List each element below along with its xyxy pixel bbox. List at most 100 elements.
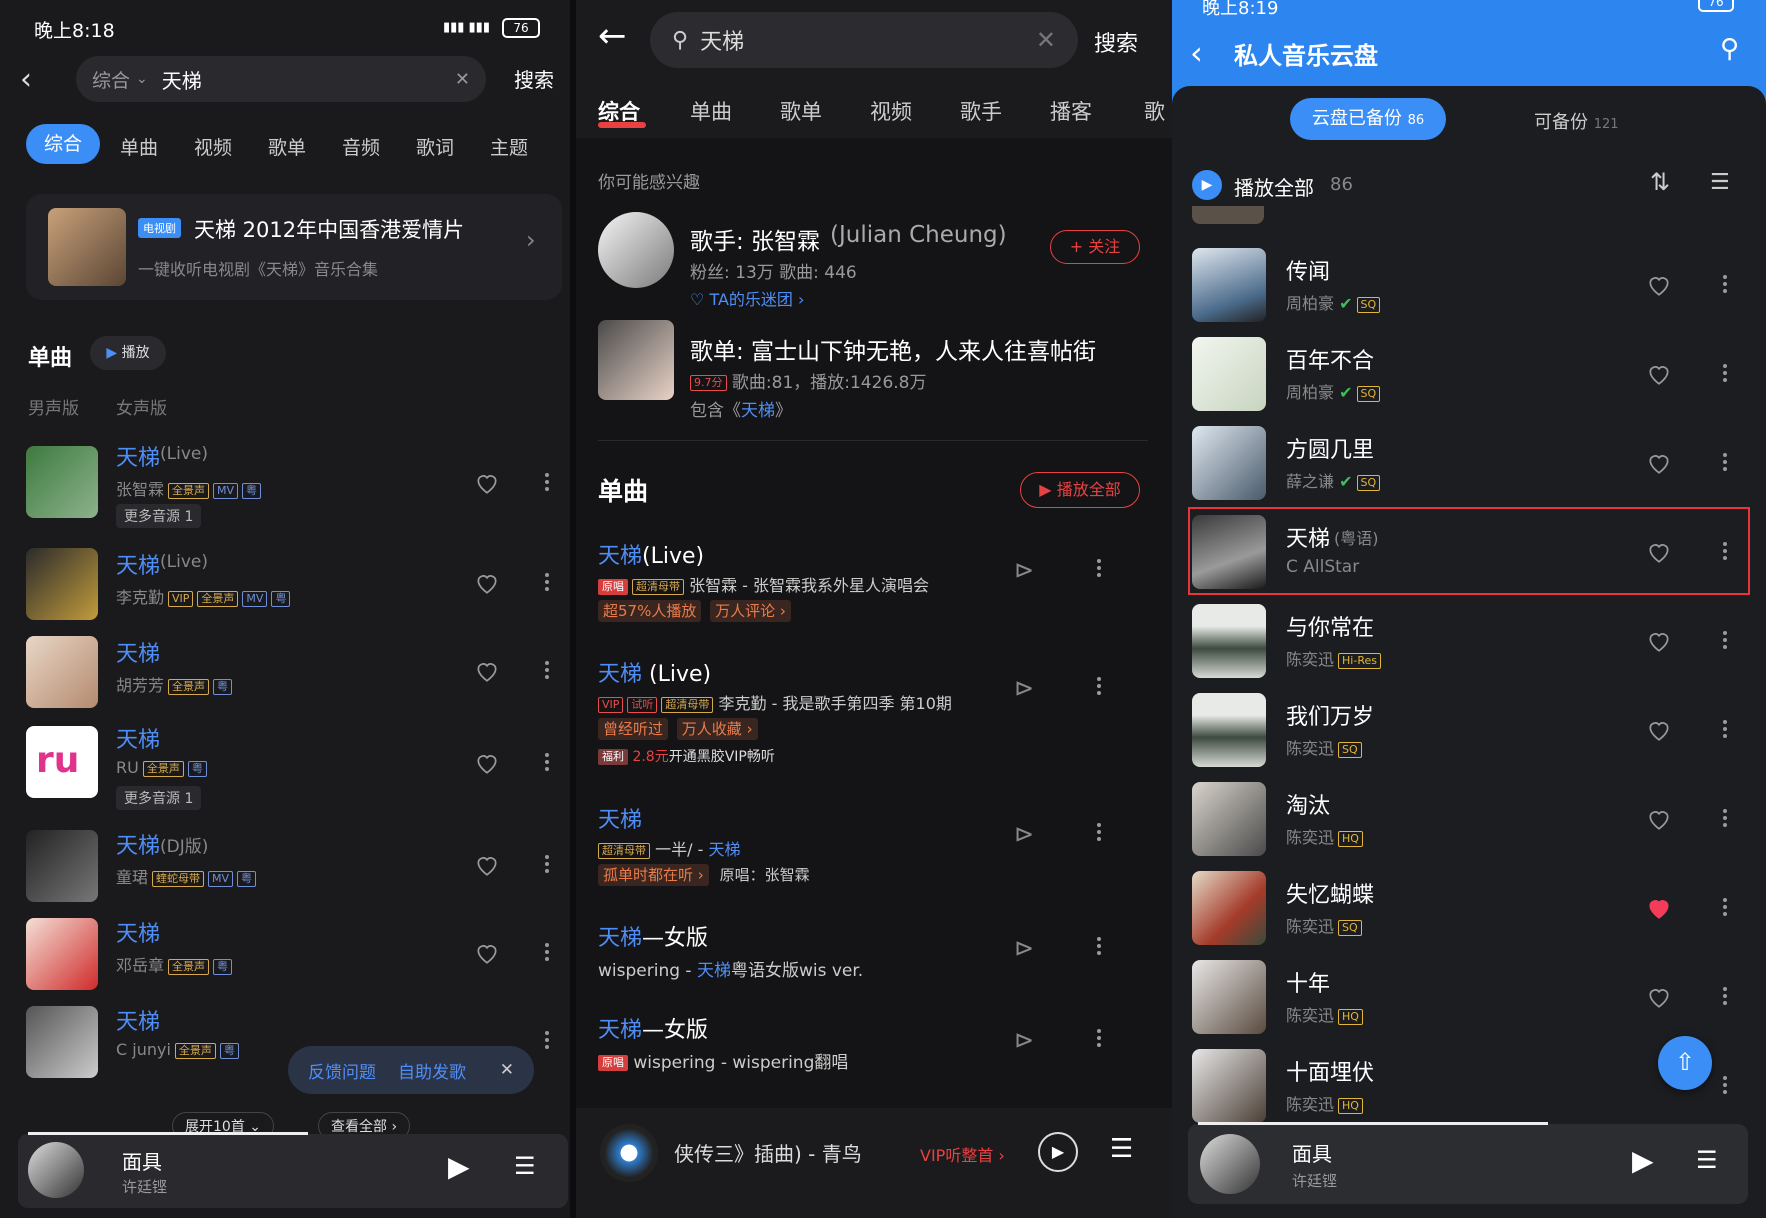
back-icon[interactable]: ‹ xyxy=(1190,34,1203,72)
more-sources-link[interactable]: 更多音源 1 xyxy=(116,504,202,528)
tab-lyrics[interactable]: 歌词 xyxy=(416,133,454,160)
search-bar[interactable]: 综合 ⌄ 天梯 ✕ xyxy=(76,56,486,102)
heart-icon[interactable] xyxy=(474,940,500,966)
list-item[interactable]: 天梯 胡芳芳 全景声粤 xyxy=(0,636,570,716)
more-icon[interactable] xyxy=(1722,450,1728,476)
more-icon[interactable] xyxy=(1722,539,1728,565)
list-item-highlighted[interactable]: 天梯 (粤语) C AllStar xyxy=(1172,513,1766,593)
upload-cloud-icon[interactable]: ⇧ xyxy=(1658,1036,1712,1090)
list-item[interactable]: 淘汰 陈奕迅 HQ xyxy=(1172,780,1766,860)
tab-backed-up[interactable]: 云盘已备份 86 xyxy=(1290,98,1446,140)
more-icon[interactable] xyxy=(1722,628,1728,654)
more-icon[interactable] xyxy=(1096,820,1102,846)
list-item[interactable]: 天梯(Live) 原唱 超清母带 张智霖 - 张智霖我系外星人演唱会 超57%人播… xyxy=(576,538,1172,638)
list-item[interactable]: 天梯 (Live) 张智霖 全景声 MV 粤 更多音源 1 xyxy=(0,440,570,536)
back-arrow-icon[interactable]: ← xyxy=(598,16,627,56)
add-to-list-icon[interactable]: ⊳ xyxy=(1014,934,1034,962)
heart-icon[interactable] xyxy=(474,658,500,684)
tab-theme[interactable]: 主题 xyxy=(490,133,528,160)
filter-female[interactable]: 女声版 xyxy=(116,394,167,419)
mini-player[interactable]: 侠传三》插曲) - 青鸟 VIP听整首 › ▶ ☰ xyxy=(576,1108,1172,1218)
more-icon[interactable] xyxy=(1722,361,1728,387)
play-icon[interactable]: ▶ xyxy=(1038,1132,1078,1172)
tab-singles[interactable]: 单曲 xyxy=(120,133,158,160)
list-item[interactable]: 天梯 超清母带 一半/ - 天梯 孤单时都在听 › 原唱：张智霖 ⊳ xyxy=(576,802,1172,902)
heart-icon[interactable] xyxy=(1646,272,1672,298)
tab-podcast[interactable]: 播客 xyxy=(1050,96,1092,126)
heart-filled-icon[interactable] xyxy=(1646,895,1672,921)
add-to-list-icon[interactable]: ⊳ xyxy=(1014,556,1034,584)
fan-club-link[interactable]: ♡ TA的乐迷团 › xyxy=(690,286,804,310)
clear-icon[interactable]: ✕ xyxy=(1036,26,1056,54)
list-item[interactable]: 方圆几里 薛之谦 ✔ SQ xyxy=(1172,424,1766,504)
more-icon[interactable] xyxy=(1722,984,1728,1010)
list-item[interactable]: 十年 陈奕迅 HQ xyxy=(1172,958,1766,1038)
more-icon[interactable] xyxy=(1096,674,1102,700)
play-chip[interactable]: ▶ 播放 xyxy=(90,336,166,370)
more-icon[interactable] xyxy=(544,852,550,878)
heart-icon[interactable] xyxy=(1646,450,1672,476)
list-item[interactable]: 失忆蝴蝶 陈奕迅 SQ xyxy=(1172,869,1766,949)
playlist-icon[interactable]: ☰ xyxy=(514,1152,536,1180)
list-item[interactable]: 天梯 (Live) 李克勤 VIP 全景声 MV 粤 xyxy=(0,548,570,628)
play-all-icon[interactable]: ▶ xyxy=(1192,170,1222,200)
back-icon[interactable]: ‹ xyxy=(20,62,32,97)
search-button[interactable]: 搜索 xyxy=(1094,26,1138,58)
tab-singles[interactable]: 单曲 xyxy=(690,96,732,126)
more-icon[interactable] xyxy=(544,940,550,966)
more-icon[interactable] xyxy=(544,658,550,684)
play-icon[interactable]: ▶ xyxy=(448,1150,470,1183)
list-item[interactable]: 天梯 (DJ版) 童珺 蝰蛇母带 MV 粤 xyxy=(0,830,570,910)
play-all-label[interactable]: 播放全部 xyxy=(1234,172,1314,201)
tab-audio[interactable]: 音频 xyxy=(342,133,380,160)
tab-video[interactable]: 视频 xyxy=(194,133,232,160)
follow-button[interactable]: + 关注 xyxy=(1050,230,1140,264)
add-to-list-icon[interactable]: ⊳ xyxy=(1014,820,1034,848)
mini-player[interactable]: 面具 许廷铿 ▶ ☰ xyxy=(1188,1122,1748,1204)
tab-available[interactable]: 可备份 121 xyxy=(1534,108,1619,134)
close-icon[interactable]: ✕ xyxy=(500,1060,514,1080)
playlist-card[interactable]: 歌单: 富士山下钟无艳，人来人往喜帖街 9.7分 歌曲:81，播放:1426.8… xyxy=(576,318,1172,428)
clear-icon[interactable]: ✕ xyxy=(455,69,470,90)
search-bar[interactable]: ⚲ 天梯 ✕ xyxy=(650,12,1078,68)
playlist-icon[interactable]: ☰ xyxy=(1696,1146,1718,1174)
tab-more[interactable]: 歌 xyxy=(1144,96,1165,126)
more-icon[interactable] xyxy=(1096,1026,1102,1052)
heart-icon[interactable] xyxy=(1646,628,1672,654)
list-item[interactable]: 天梯 (Live) VIP 试听 超清母带 李克勤 - 我是歌手第四季 第10期 曾… xyxy=(576,656,1172,776)
search-input[interactable]: 天梯 xyxy=(162,65,202,94)
heart-icon[interactable] xyxy=(1646,806,1672,832)
list-item[interactable]: 与你常在 陈奕迅 Hi-Res xyxy=(1172,602,1766,682)
more-sources-link[interactable]: 更多音源 1 xyxy=(116,786,202,810)
more-icon[interactable] xyxy=(1722,1073,1728,1099)
heart-icon[interactable] xyxy=(1646,984,1672,1010)
search-button[interactable]: 搜索 xyxy=(514,64,554,93)
more-icon[interactable] xyxy=(1722,272,1728,298)
comments-tag[interactable]: 万人评论 › xyxy=(710,600,791,622)
more-icon[interactable] xyxy=(1722,717,1728,743)
more-icon[interactable] xyxy=(1722,895,1728,921)
drama-banner[interactable]: 电视剧 天梯 2012年中国香港爱情片 一键收听电视剧《天梯》音乐合集 › xyxy=(26,194,562,300)
list-item[interactable]: 我们万岁 陈奕迅 SQ xyxy=(1172,691,1766,771)
vip-promo[interactable]: 福利 2.8元开通黑胶VIP畅听 xyxy=(598,746,775,766)
add-to-list-icon[interactable]: ⊳ xyxy=(1014,674,1034,702)
list-item[interactable]: ru 天梯 RU 全景声粤 更多音源 1 xyxy=(0,726,570,822)
heart-icon[interactable] xyxy=(1646,361,1672,387)
mini-player[interactable]: 面具 许廷铿 ▶ ☰ xyxy=(18,1132,568,1208)
more-icon[interactable] xyxy=(1096,934,1102,960)
menu-icon[interactable]: ☰ xyxy=(1710,170,1730,195)
heart-icon[interactable] xyxy=(474,470,500,496)
list-item[interactable]: 传闻 周柏豪 ✔ SQ xyxy=(1172,246,1766,326)
playlist-icon[interactable]: ☰ xyxy=(1110,1134,1133,1164)
heart-icon[interactable] xyxy=(1646,539,1672,565)
tab-playlist[interactable]: 歌单 xyxy=(268,133,306,160)
vip-full-song-link[interactable]: VIP听整首 › xyxy=(920,1142,1005,1166)
self-publish-button[interactable]: 自助发歌 xyxy=(398,1058,466,1083)
feedback-button[interactable]: 反馈问题 xyxy=(308,1058,376,1083)
sort-icon[interactable]: ⇅ xyxy=(1650,168,1670,196)
heart-icon[interactable] xyxy=(1646,717,1672,743)
lonely-tag[interactable]: 孤单时都在听 › xyxy=(598,864,709,886)
heart-icon[interactable] xyxy=(474,852,500,878)
tab-singer[interactable]: 歌手 xyxy=(960,96,1002,126)
scope-select[interactable]: 综合 xyxy=(92,66,130,93)
